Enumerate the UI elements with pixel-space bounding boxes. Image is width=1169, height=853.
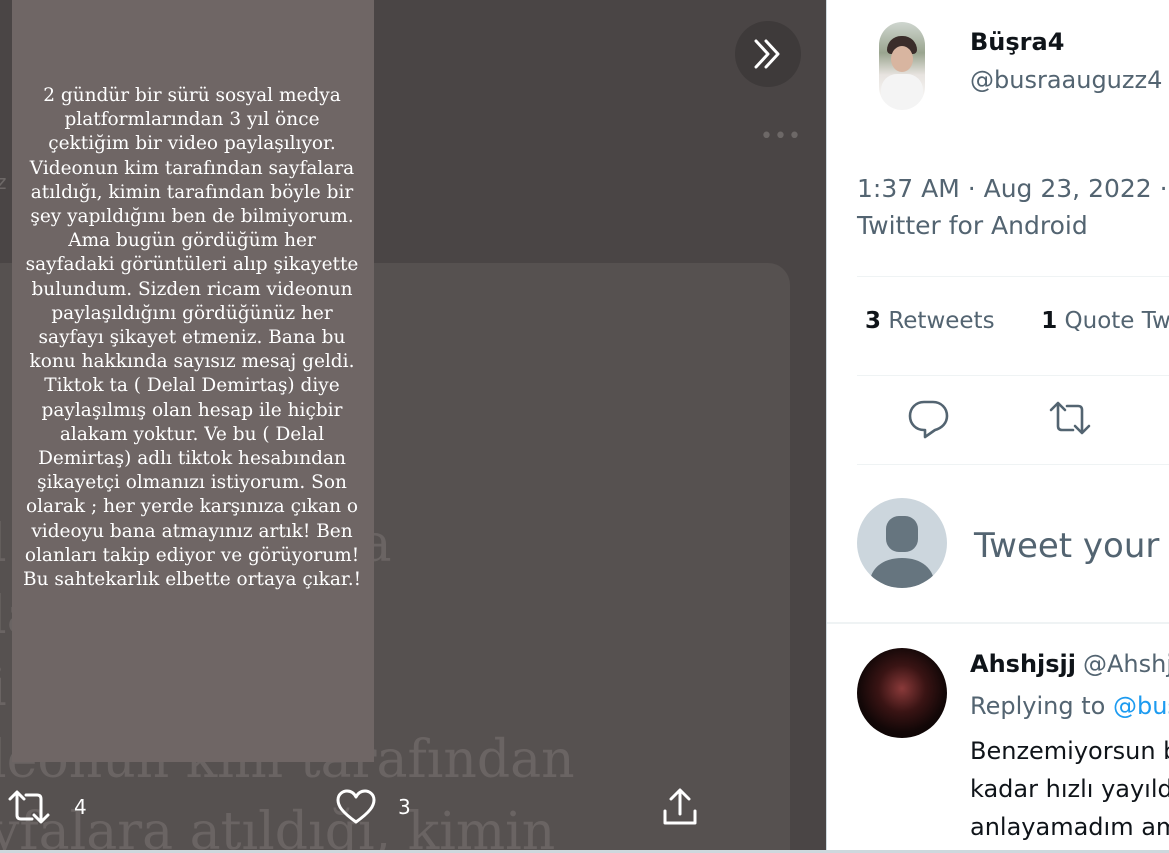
heart-icon [336, 789, 376, 824]
media-viewer: z ••• l sosyal medya la 3 yıl önce i pay… [0, 0, 826, 853]
replying-to-prefix: Replying to [970, 692, 1106, 720]
quotes-count: 1 [1041, 308, 1058, 334]
author-avatar[interactable] [879, 22, 925, 110]
share-icon [663, 788, 697, 825]
quotes-label: Quote Tweets [1064, 308, 1169, 334]
divider [857, 276, 1169, 277]
tweet-detail-panel: Büşra4 @busraauguzz4 1:37 AM · Aug 23, 2… [826, 0, 1169, 853]
author-name[interactable]: Büşra4 [970, 28, 1064, 56]
default-avatar-icon [869, 516, 935, 588]
reply-author-name[interactable]: Ahshjsjj [970, 650, 1076, 678]
divider [857, 375, 1169, 376]
viewer-like-button[interactable]: 3 [336, 785, 411, 829]
section-separator [827, 622, 1169, 624]
retweets-count: 3 [865, 308, 882, 334]
tweet-timestamp[interactable]: 1:37 AM · Aug 23, 2022 · Twitter for And… [857, 170, 1169, 244]
retweet-icon [8, 790, 50, 824]
quote-tweets-link[interactable]: 1 Quote Tweets [1041, 308, 1169, 334]
reply-compose-input[interactable]: Tweet your reply [974, 526, 1169, 566]
chevron-double-right-icon [754, 39, 780, 69]
viewer-retweet-button[interactable]: 4 [6, 785, 87, 829]
retweet-icon [1049, 401, 1091, 435]
retweet-button[interactable] [1047, 399, 1093, 441]
retweets-label: Retweets [888, 308, 995, 334]
tweet-stats: 3 Retweets 1 Quote Tweets [865, 308, 1169, 334]
author-handle[interactable]: @busraauguzz4 [970, 66, 1162, 94]
replying-to-link[interactable]: @busraauguzz4 [1113, 692, 1169, 720]
like-count: 3 [398, 795, 411, 819]
retweets-link[interactable]: 3 Retweets [865, 308, 995, 334]
reply-icon [908, 400, 949, 439]
viewer-share-button[interactable] [660, 785, 700, 829]
current-user-avatar [857, 498, 947, 588]
retweet-count: 4 [74, 795, 87, 819]
background-letter: z [0, 170, 7, 194]
reply-author-handle[interactable]: @Ahshjsjj [1083, 650, 1169, 678]
background-more-dots: ••• [760, 124, 802, 149]
reply-text: Benzemiyorsun bile kadar hızlı yayıldı a… [970, 737, 1169, 841]
tweet-image-text: 2 gündür bir sürü sosyal medya platforml… [22, 85, 362, 591]
next-image-button[interactable] [735, 21, 801, 87]
divider [857, 464, 1169, 465]
replying-to: Replying to @busraauguzz4 [970, 692, 1169, 720]
reply-author-avatar[interactable] [857, 648, 947, 738]
reply-button[interactable] [907, 398, 951, 444]
